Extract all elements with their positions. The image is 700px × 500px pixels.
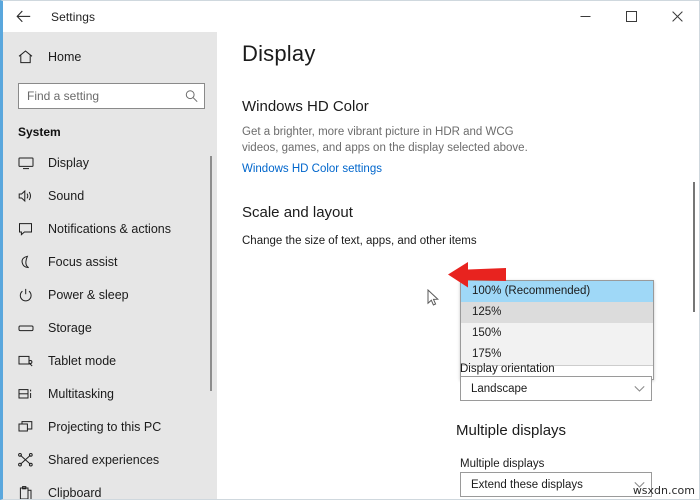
hd-color-settings-link[interactable]: Windows HD Color settings <box>242 163 382 175</box>
mouse-pointer-icon <box>427 288 440 312</box>
search-box[interactable] <box>18 83 206 109</box>
settings-window: Settings Home Find a setting System Disp… <box>0 0 700 500</box>
close-button[interactable] <box>654 1 699 32</box>
multiple-displays-combobox[interactable]: Extend these displays <box>460 472 652 497</box>
sidebar-item-label: Notifications & actions <box>48 221 171 236</box>
back-button[interactable] <box>3 1 43 32</box>
sidebar-item-storage[interactable]: Storage <box>3 311 217 344</box>
speaker-icon <box>18 189 44 203</box>
multiple-displays-label: Multiple displays <box>460 458 545 470</box>
close-icon <box>671 11 683 22</box>
clipboard-icon <box>18 485 44 499</box>
sidebar-item-focus-assist[interactable]: Focus assist <box>3 245 217 278</box>
minimize-icon <box>580 11 591 22</box>
tablet-icon <box>18 354 44 368</box>
sidebar-item-label: Projecting to this PC <box>48 419 162 434</box>
red-left-arrow-annotation <box>446 259 508 296</box>
hd-color-description: Get a brighter, more vibrant picture in … <box>242 126 528 155</box>
caption-buttons <box>562 1 699 32</box>
drive-icon <box>18 321 44 335</box>
scale-size-label: Change the size of text, apps, and other… <box>242 234 477 247</box>
sidebar-item-notifications[interactable]: Notifications & actions <box>3 212 217 245</box>
scale-option-150[interactable]: 150% <box>461 323 653 344</box>
orientation-combobox[interactable]: Landscape <box>460 376 652 401</box>
search-icon[interactable] <box>185 90 198 103</box>
orientation-value: Landscape <box>471 382 528 395</box>
sidebar-item-projecting[interactable]: Projecting to this PC <box>3 410 217 443</box>
back-arrow-icon <box>15 10 31 23</box>
multiple-displays-heading: Multiple displays <box>456 422 567 439</box>
scale-option-175[interactable]: 175% <box>461 344 653 365</box>
hd-color-heading: Windows HD Color <box>242 98 369 115</box>
monitor-icon <box>18 156 44 170</box>
multitasking-icon <box>18 387 44 401</box>
sidebar-item-sound[interactable]: Sound <box>3 179 217 212</box>
sidebar-item-label: Clipboard <box>48 485 102 500</box>
sidebar-item-clipboard[interactable]: Clipboard <box>3 476 217 500</box>
sidebar-section-title: System <box>18 125 61 139</box>
share-icon <box>18 452 44 467</box>
multiple-displays-value: Extend these displays <box>471 478 583 491</box>
scale-layout-heading: Scale and layout <box>242 203 353 221</box>
sidebar-item-label: Focus assist <box>48 254 118 269</box>
maximize-icon <box>625 11 637 22</box>
home-icon <box>18 50 44 64</box>
window-title: Settings <box>51 9 96 24</box>
sidebar-item-home[interactable]: Home <box>3 42 217 72</box>
content-scrollbar-thumb[interactable] <box>693 182 695 312</box>
title-bar: Settings <box>3 1 699 32</box>
minimize-button[interactable] <box>562 1 608 32</box>
notification-icon <box>18 222 44 236</box>
sidebar-item-tablet-mode[interactable]: Tablet mode <box>3 344 217 377</box>
sidebar-item-label: Multitasking <box>48 386 114 401</box>
projecting-icon <box>18 420 44 434</box>
sidebar-nav-list: Display Sound Notifications & actions Fo… <box>3 146 217 500</box>
sidebar-item-label: Power & sleep <box>48 287 129 302</box>
watermark: wsxdn.com <box>632 484 695 497</box>
power-icon <box>18 288 44 302</box>
sidebar-item-power-sleep[interactable]: Power & sleep <box>3 278 217 311</box>
sidebar: Home System Display <box>3 32 217 500</box>
search-input[interactable] <box>19 84 206 108</box>
sidebar-item-label: Display <box>48 155 89 170</box>
sidebar-item-label: Shared experiences <box>48 452 160 467</box>
page-title: Display <box>242 41 316 66</box>
sidebar-item-shared-experiences[interactable]: Shared experiences <box>3 443 217 476</box>
orientation-label: Display orientation <box>460 363 555 375</box>
sidebar-scrollbar-thumb[interactable] <box>210 156 212 391</box>
home-label: Home <box>48 50 82 64</box>
sidebar-item-multitasking[interactable]: Multitasking <box>3 377 217 410</box>
scale-option-125[interactable]: 125% <box>461 302 653 323</box>
sidebar-item-label: Sound <box>48 188 85 203</box>
sidebar-item-display[interactable]: Display <box>3 146 217 179</box>
maximize-button[interactable] <box>608 1 654 32</box>
chevron-down-icon <box>627 385 651 393</box>
sidebar-item-label: Storage <box>48 320 92 335</box>
sidebar-item-label: Tablet mode <box>48 353 117 368</box>
moon-icon <box>18 255 44 269</box>
